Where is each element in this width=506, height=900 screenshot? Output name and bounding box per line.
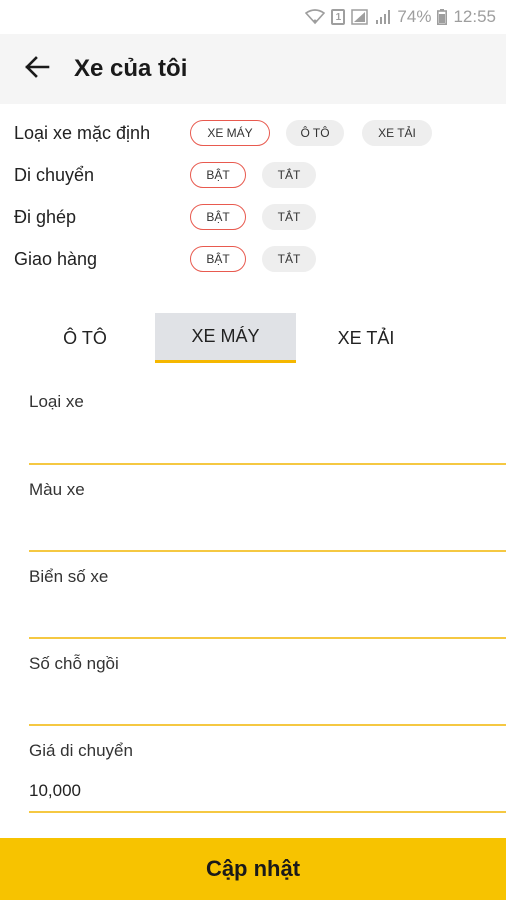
vehicle-color-label: Màu xe: [29, 480, 85, 499]
status-bar: 1 74% 12:55: [0, 0, 506, 34]
chip-move-on[interactable]: BẬT: [190, 162, 246, 188]
page-title: Xe của tôi: [74, 55, 188, 82]
chip-ride-share-off[interactable]: TẮT: [262, 204, 316, 230]
data-signal-icon: [351, 9, 369, 25]
sim-icon: 1: [331, 9, 346, 25]
plate-number-field[interactable]: Biển số xe: [29, 567, 506, 639]
move-row: Di chuyển BẬT TẮT: [0, 160, 506, 190]
chip-delivery-off[interactable]: TẮT: [262, 246, 316, 272]
vehicle-color-field[interactable]: Màu xe: [29, 480, 506, 552]
app-bar: Xe của tôi: [0, 34, 506, 104]
battery-percentage: 74%: [397, 7, 432, 26]
delivery-row: Giao hàng BẬT TẮT: [0, 244, 506, 274]
clock: 12:55: [453, 7, 496, 26]
plate-number-label: Biển số xe: [29, 567, 109, 586]
chip-move-off[interactable]: TẮT: [262, 162, 316, 188]
default-vehicle-row: Loại xe mặc định XE MÁY Ô TÔ XE TẢI: [0, 118, 506, 148]
chip-default-o-to[interactable]: Ô TÔ: [286, 120, 344, 146]
seat-count-field[interactable]: Số chỗ ngồi: [29, 654, 506, 726]
delivery-label: Giao hàng: [14, 248, 98, 269]
chip-ride-share-on[interactable]: BẬT: [190, 204, 246, 230]
update-button[interactable]: Cập nhật: [0, 838, 506, 900]
seat-count-input[interactable]: [29, 692, 489, 712]
vehicle-color-input[interactable]: [29, 518, 489, 538]
tab-xe-may[interactable]: XE MÁY: [155, 313, 296, 363]
cell-signal-icon: [375, 9, 391, 25]
default-vehicle-label: Loại xe mặc định: [14, 122, 151, 143]
tab-o-to[interactable]: Ô TÔ: [0, 313, 170, 363]
move-label: Di chuyển: [14, 164, 95, 185]
battery-icon: [437, 9, 448, 25]
vehicle-tabs: Ô TÔ XE MÁY XE TẢI: [0, 313, 506, 363]
arrow-left-icon: [24, 55, 50, 83]
travel-price-label: Giá di chuyển: [29, 741, 133, 760]
chip-default-xe-tai[interactable]: XE TẢI: [362, 120, 432, 146]
chip-default-xe-may[interactable]: XE MÁY: [190, 120, 270, 146]
plate-number-input[interactable]: [29, 605, 489, 625]
travel-price-input[interactable]: [29, 781, 489, 801]
ride-share-label: Đi ghép: [14, 206, 77, 227]
tab-xe-tai[interactable]: XE TẢI: [296, 313, 436, 363]
back-button[interactable]: [0, 34, 74, 104]
travel-price-field[interactable]: Giá di chuyển: [29, 741, 506, 813]
chip-delivery-on[interactable]: BẬT: [190, 246, 246, 272]
vehicle-type-label: Loại xe: [29, 392, 84, 411]
vehicle-type-field[interactable]: Loại xe: [29, 392, 506, 465]
seat-count-label: Số chỗ ngồi: [29, 654, 119, 673]
wifi-icon: [305, 9, 326, 25]
vehicle-type-input[interactable]: [29, 430, 489, 450]
ride-share-row: Đi ghép BẬT TẮT: [0, 202, 506, 232]
sim-badge: 1: [331, 9, 346, 25]
